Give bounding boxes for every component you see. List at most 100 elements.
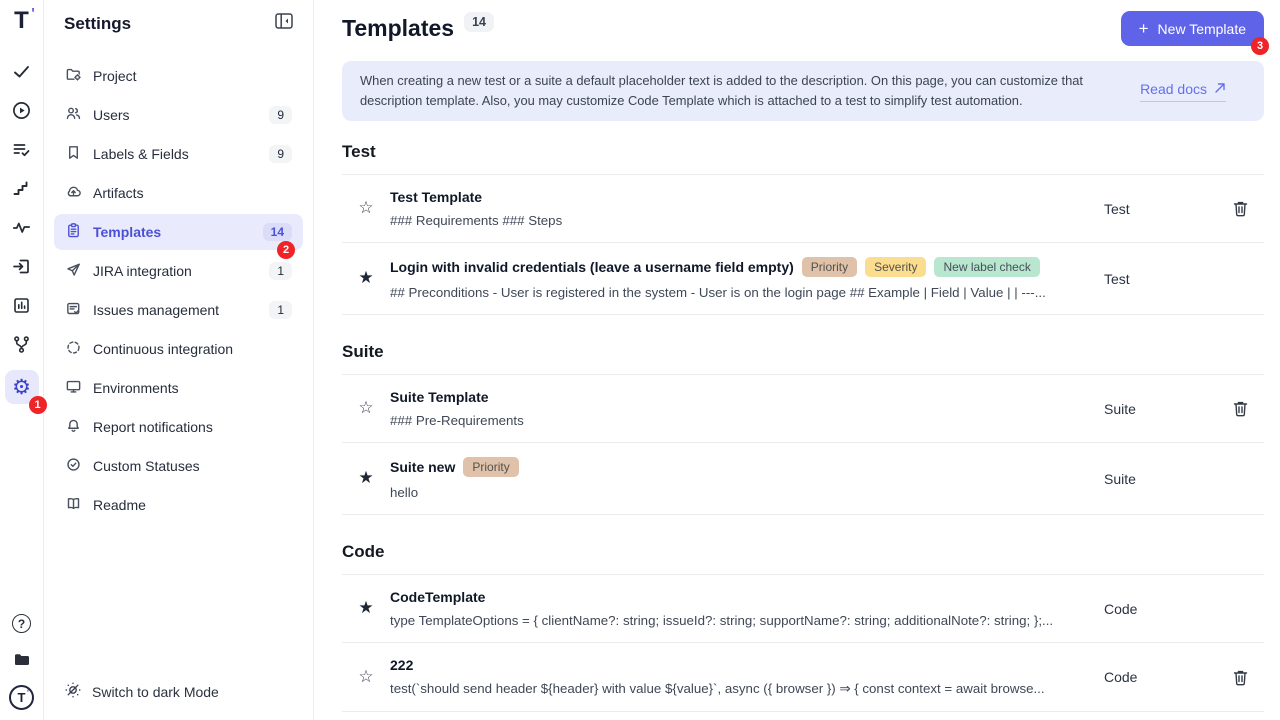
sidebar-item-users[interactable]: Users 9 <box>54 97 303 133</box>
sidebar-item-label: Issues management <box>93 302 219 318</box>
template-title: CodeTemplate <box>390 589 485 605</box>
star-icon-filled[interactable]: ★ <box>342 270 390 287</box>
sidebar-item-readme[interactable]: Readme <box>54 487 303 523</box>
plan-list-icon[interactable] <box>12 140 31 159</box>
sidebar-item-label: Continuous integration <box>93 341 233 357</box>
template-row[interactable]: ★ Suite new Priority hello Suite <box>342 442 1264 514</box>
steps-icon[interactable] <box>12 179 31 198</box>
star-icon[interactable]: ☆ <box>342 200 390 217</box>
template-title: Suite new <box>390 459 455 475</box>
template-row[interactable]: ☆ 222 test(`should send header ${header}… <box>342 642 1264 711</box>
template-description: hello <box>390 485 1094 500</box>
label-bookmark-icon <box>65 144 82 164</box>
collapse-panel-icon[interactable] <box>275 13 293 34</box>
label-badge: Severity <box>865 257 926 277</box>
book-icon <box>65 495 82 515</box>
branches-icon[interactable] <box>12 335 31 354</box>
projects-folder-icon[interactable] <box>12 650 32 668</box>
cloud-upload-icon <box>65 183 82 203</box>
delete-icon[interactable] <box>1233 200 1248 217</box>
dark-mode-toggle[interactable]: Switch to dark Mode <box>44 681 313 702</box>
sidebar-item-jira-integration[interactable]: JIRA integration 1 <box>54 253 303 289</box>
template-title: 222 <box>390 657 413 673</box>
dark-mode-label: Switch to dark Mode <box>92 684 219 700</box>
sidebar-item-label: Artifacts <box>93 185 144 201</box>
sidebar-item-label: Report notifications <box>93 419 213 435</box>
template-description: test(`should send header ${header} with … <box>390 681 1094 697</box>
sidebar-item-artifacts[interactable]: Artifacts <box>54 175 303 211</box>
sidebar-item-label: Project <box>93 68 137 84</box>
delete-icon[interactable] <box>1233 400 1248 417</box>
template-type: Suite <box>1104 401 1216 417</box>
templates-count-badge: 14 <box>464 12 494 32</box>
app-logo[interactable]: T' <box>14 8 29 34</box>
analytics-icon[interactable] <box>12 296 31 315</box>
help-icon[interactable]: ? <box>12 614 31 633</box>
sun-icon <box>64 681 82 702</box>
item-count-badge: 1 <box>269 301 292 319</box>
sidebar-item-label: Readme <box>93 497 146 513</box>
delete-icon[interactable] <box>1233 669 1248 686</box>
section-heading-suite: Suite <box>342 342 1264 362</box>
tests-check-icon[interactable] <box>12 62 31 81</box>
issues-card-icon <box>65 300 82 320</box>
pulse-icon[interactable] <box>12 218 31 237</box>
template-row[interactable]: ★ CodeTemplate type TemplateOptions = { … <box>342 574 1264 642</box>
check-circle-icon <box>65 456 82 476</box>
sidebar-item-continuous-integration[interactable]: Continuous integration <box>54 331 303 367</box>
item-count-badge: 9 <box>269 106 292 124</box>
sidebar-item-labels-fields[interactable]: Labels & Fields 9 <box>54 136 303 172</box>
banner-text: When creating a new test or a suite a de… <box>360 71 1114 111</box>
sidebar-item-label: Custom Statuses <box>93 458 200 474</box>
sidebar-item-custom-statuses[interactable]: Custom Statuses <box>54 448 303 484</box>
sidebar-item-label: Labels & Fields <box>93 146 189 162</box>
section-heading-test: Test <box>342 142 1264 162</box>
sidebar-item-project[interactable]: Project <box>54 58 303 94</box>
code-template-list: ★ CodeTemplate type TemplateOptions = { … <box>342 574 1264 712</box>
sidebar-item-label: Environments <box>93 380 179 396</box>
new-template-button[interactable]: + New Template 3 <box>1121 11 1264 46</box>
star-icon[interactable]: ☆ <box>342 669 390 686</box>
sidebar-item-issues-management[interactable]: Issues management 1 <box>54 292 303 328</box>
template-title: Login with invalid credentials (leave a … <box>390 259 794 275</box>
project-folder-icon <box>65 66 82 86</box>
annotation-badge-3: 3 <box>1251 37 1269 55</box>
star-icon-filled[interactable]: ★ <box>342 470 390 487</box>
import-icon[interactable] <box>12 257 31 276</box>
ci-icon <box>65 339 82 359</box>
new-template-label: New Template <box>1158 21 1246 37</box>
sidebar-item-label: Templates <box>93 224 161 240</box>
page-title: Templates <box>342 15 454 42</box>
sidebar-item-environments[interactable]: Environments <box>54 370 303 406</box>
jira-icon <box>65 261 82 281</box>
sidebar-item-report-notifications[interactable]: Report notifications <box>54 409 303 445</box>
external-arrow-icon <box>1214 81 1226 97</box>
suite-template-list: ☆ Suite Template ### Pre-Requirements Su… <box>342 374 1264 515</box>
template-title: Suite Template <box>390 389 489 405</box>
template-row[interactable]: ☆ Test Template ### Requirements ### Ste… <box>342 174 1264 242</box>
template-row[interactable]: ★ Login with invalid credentials (leave … <box>342 242 1264 314</box>
item-count-badge: 9 <box>269 145 292 163</box>
template-title: Test Template <box>390 189 482 205</box>
users-icon <box>65 105 82 125</box>
runs-play-icon[interactable] <box>12 101 31 120</box>
sidebar-item-label: Users <box>93 107 130 123</box>
info-banner: When creating a new test or a suite a de… <box>342 61 1264 121</box>
star-icon[interactable]: ☆ <box>342 400 390 417</box>
item-count-badge: 14 <box>263 223 292 241</box>
label-badge: Priority <box>802 257 857 277</box>
template-description: ### Requirements ### Steps <box>390 213 1094 228</box>
section-heading-code: Code <box>342 542 1264 562</box>
template-row[interactable]: ☆ Suite Template ### Pre-Requirements Su… <box>342 374 1264 442</box>
profile-avatar[interactable]: T' <box>9 685 34 710</box>
read-docs-link[interactable]: Read docs <box>1140 81 1226 102</box>
template-description: type TemplateOptions = { clientName?: st… <box>390 613 1094 628</box>
sidebar-item-templates[interactable]: Templates 14 2 <box>54 214 303 250</box>
item-count-badge: 1 <box>269 262 292 280</box>
annotation-badge-1: 1 <box>29 396 47 414</box>
settings-gear-icon[interactable]: ⚙ 1 <box>5 370 39 404</box>
test-template-list: ☆ Test Template ### Requirements ### Ste… <box>342 174 1264 315</box>
icon-rail: T' ⚙ 1 ? T' <box>0 0 44 720</box>
star-icon-filled[interactable]: ★ <box>342 600 390 617</box>
bell-icon <box>65 417 82 437</box>
